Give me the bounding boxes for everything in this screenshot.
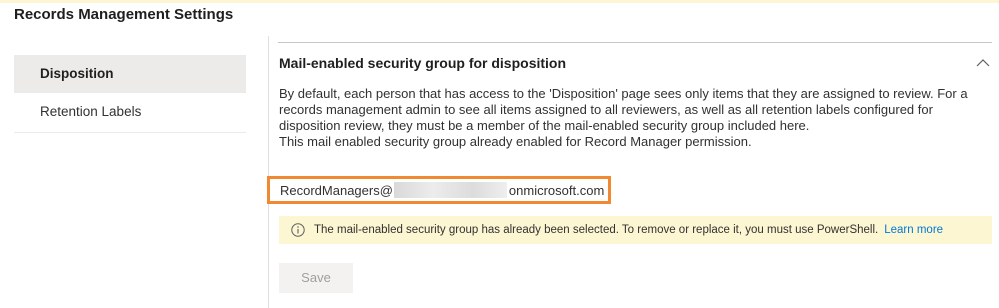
description-line: This mail enabled security group already… <box>279 134 752 149</box>
info-message: The mail-enabled security group has alre… <box>314 224 879 236</box>
save-button[interactable]: Save <box>279 263 353 293</box>
collapse-section-button[interactable] <box>972 54 994 72</box>
top-accent-bar <box>0 0 999 3</box>
section-description: By default, each person that has access … <box>279 86 979 150</box>
description-line: By default, each person that has access … <box>279 86 968 101</box>
learn-more-link[interactable]: Learn more <box>884 224 943 236</box>
description-line: records management admin to see all item… <box>279 102 933 117</box>
section-title: Mail-enabled security group for disposit… <box>279 55 567 71</box>
sidebar-item-disposition[interactable]: Disposition <box>14 55 246 93</box>
sidebar-divider <box>14 132 246 133</box>
page-title: Records Management Settings <box>14 6 234 23</box>
sidebar-nav: Disposition Retention Labels <box>14 55 246 131</box>
security-group-email: RecordManagers@ onmicrosoft.com <box>267 176 611 204</box>
chevron-up-icon <box>976 59 990 67</box>
email-suffix: onmicrosoft.com <box>508 182 605 198</box>
sidebar-item-retention-labels[interactable]: Retention Labels <box>14 93 246 131</box>
redacted-domain <box>393 182 507 198</box>
info-icon <box>291 223 305 237</box>
content-divider <box>268 36 269 308</box>
description-line: disposition review, they must be a membe… <box>279 118 810 133</box>
email-prefix: RecordManagers@ <box>280 182 393 198</box>
info-message-bar: The mail-enabled security group has alre… <box>279 216 992 244</box>
section-divider <box>278 42 992 43</box>
